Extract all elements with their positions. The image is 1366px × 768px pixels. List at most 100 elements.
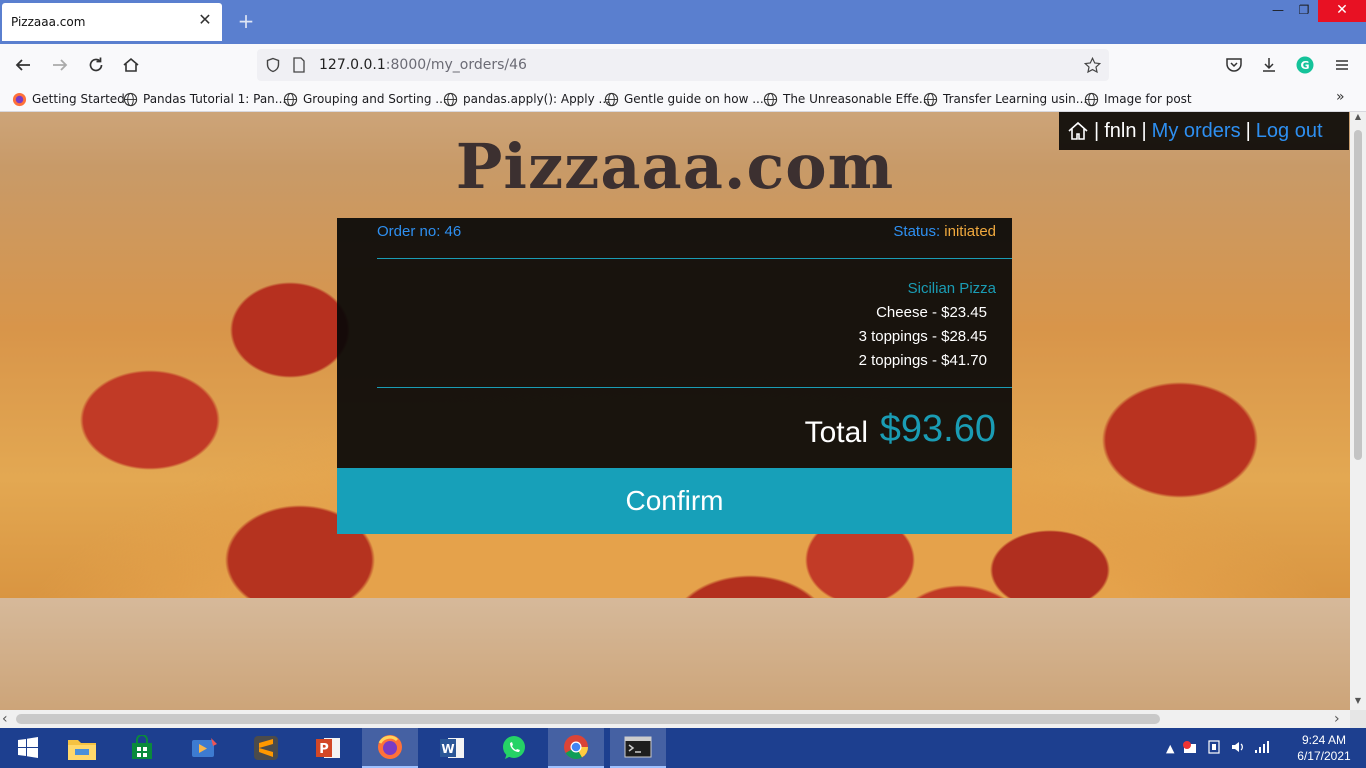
bookmark-item[interactable]: pandas.apply(): Apply ... (443, 90, 610, 108)
reload-icon[interactable] (83, 52, 109, 78)
bookmark-item[interactable]: Gentle guide on how ... (604, 90, 764, 108)
shield-icon[interactable] (264, 56, 282, 74)
item-line: Cheese - $23.45 (876, 304, 987, 321)
url-path: :8000/my_orders/46 (385, 57, 527, 73)
browser-navbar: 127.0.0.1:8000/my_orders/46 G (0, 44, 1366, 86)
site-nav: | fnln | My orders | Log out (1059, 112, 1349, 150)
globe-icon (123, 92, 138, 107)
url-text[interactable]: 127.0.0.1:8000/my_orders/46 (319, 57, 527, 73)
site-home-icon[interactable] (1067, 120, 1089, 142)
divider (377, 258, 1012, 259)
file-explorer-icon[interactable] (54, 728, 110, 768)
nav-separator: | (1094, 119, 1100, 142)
bookmark-item[interactable]: Image for post (1084, 90, 1192, 108)
microsoft-store-icon[interactable] (114, 728, 170, 768)
home-icon[interactable] (118, 52, 144, 78)
order-number: Order no: 46 (377, 223, 462, 240)
window-close-button[interactable]: ✕ (1318, 0, 1366, 22)
menu-icon[interactable] (1329, 52, 1355, 78)
globe-icon (443, 92, 458, 107)
total-label: Total (804, 416, 868, 449)
word-icon[interactable]: W (424, 728, 480, 768)
log-out-link[interactable]: Log out (1256, 120, 1323, 143)
tab-title: Pizzaaa.com (11, 15, 86, 29)
clock-date: 6/17/2021 (1297, 749, 1351, 763)
globe-icon (923, 92, 938, 107)
window-maximize-button[interactable]: ❐ (1290, 0, 1318, 22)
sublime-text-icon[interactable] (238, 728, 294, 768)
my-orders-link[interactable]: My orders (1152, 120, 1241, 143)
globe-icon (604, 92, 619, 107)
vertical-scroll-thumb[interactable] (1354, 130, 1362, 460)
bookmarks-overflow-icon[interactable]: » (1336, 89, 1345, 105)
whatsapp-icon[interactable] (486, 728, 542, 768)
bookmark-label: Pandas Tutorial 1: Pan... (143, 92, 287, 106)
scroll-right-icon[interactable]: › (1334, 710, 1340, 728)
device-icon[interactable] (1206, 739, 1222, 758)
browser-titlebar: Pizzaaa.com ✕ + — ❐ ✕ (0, 0, 1366, 44)
scroll-down-icon[interactable]: ▼ (1350, 696, 1366, 710)
tab-close-icon[interactable]: ✕ (196, 11, 214, 29)
horizontal-scrollbar[interactable]: ‹ › (0, 710, 1350, 728)
new-tab-button[interactable]: + (236, 10, 256, 32)
item-line: 2 toppings - $41.70 (858, 352, 987, 369)
bookmark-label: Transfer Learning usin... (943, 92, 1088, 106)
powerpoint-icon[interactable]: P (300, 728, 356, 768)
horizontal-scroll-thumb[interactable] (16, 714, 1160, 724)
total-value: $93.60 (879, 408, 996, 450)
order-card: Order no: 46 Status: initiated Sicilian … (337, 218, 1012, 468)
svg-text:P: P (319, 742, 329, 757)
network-icon[interactable] (1254, 739, 1270, 758)
tray-expand-icon[interactable]: ▲ (1166, 742, 1174, 755)
svg-text:W: W (441, 742, 454, 756)
window-minimize-button[interactable]: — (1264, 0, 1292, 22)
notification-badge-icon[interactable] (1182, 739, 1198, 758)
bookmark-star-icon[interactable] (1083, 56, 1101, 74)
nav-username: fnln (1104, 119, 1137, 142)
taskbar: P W ▲ 9:24 AM 6/17/2021 (0, 728, 1366, 768)
bookmark-item[interactable]: Pandas Tutorial 1: Pan... (123, 90, 286, 108)
chrome-icon[interactable] (548, 728, 604, 768)
bookmark-label: Image for post (1104, 92, 1192, 106)
nav-separator: | (1141, 119, 1147, 142)
confirm-button[interactable]: Confirm (337, 468, 1012, 534)
media-player-icon[interactable] (176, 728, 232, 768)
globe-icon (283, 92, 298, 107)
bookmark-label: Gentle guide on how ... (624, 92, 764, 106)
bookmark-label: Grouping and Sorting ... (303, 92, 447, 106)
windows-start-icon[interactable] (0, 728, 56, 768)
bookmark-item[interactable]: Grouping and Sorting ... (283, 90, 447, 108)
scroll-left-icon[interactable]: ‹ (2, 710, 8, 728)
scroll-up-icon[interactable]: ▲ (1350, 112, 1366, 126)
vertical-scrollbar[interactable]: ▲ ▼ (1350, 112, 1366, 710)
pocket-icon[interactable] (1221, 52, 1247, 78)
bookmark-label: pandas.apply(): Apply ... (463, 92, 610, 106)
forward-icon[interactable] (47, 52, 73, 78)
grammarly-icon[interactable]: G (1292, 52, 1318, 78)
nav-separator: | (1245, 119, 1251, 142)
volume-icon[interactable] (1230, 739, 1246, 758)
url-bar[interactable]: 127.0.0.1:8000/my_orders/46 (257, 49, 1109, 81)
globe-icon (1084, 92, 1099, 107)
url-host: 127.0.0.1 (319, 57, 386, 73)
status-label: Status: (893, 223, 941, 240)
browser-tab[interactable]: Pizzaaa.com ✕ (2, 3, 222, 41)
page-icon[interactable] (290, 56, 308, 74)
divider (377, 387, 1012, 388)
bookmark-item[interactable]: Getting Started (12, 90, 125, 108)
item-name: Sicilian Pizza (907, 280, 996, 297)
bookmark-item[interactable]: Transfer Learning usin... (923, 90, 1087, 108)
taskbar-clock[interactable]: 9:24 AM 6/17/2021 (1294, 732, 1354, 764)
bookmarks-toolbar: Getting Started Pandas Tutorial 1: Pan..… (0, 86, 1366, 112)
page-background: Pizzaaa.com | fnln | My orders | Log out… (0, 112, 1350, 710)
firefox-taskbar-icon[interactable] (362, 728, 418, 768)
item-line: 3 toppings - $28.45 (858, 328, 987, 345)
terminal-icon[interactable] (610, 728, 666, 768)
bookmark-label: The Unreasonable Effe... (783, 92, 931, 106)
bookmark-item[interactable]: The Unreasonable Effe... (763, 90, 930, 108)
scrollbar-corner (1350, 710, 1366, 728)
clock-time: 9:24 AM (1301, 733, 1347, 747)
globe-icon (763, 92, 778, 107)
download-icon[interactable] (1256, 52, 1282, 78)
back-icon[interactable] (10, 52, 36, 78)
